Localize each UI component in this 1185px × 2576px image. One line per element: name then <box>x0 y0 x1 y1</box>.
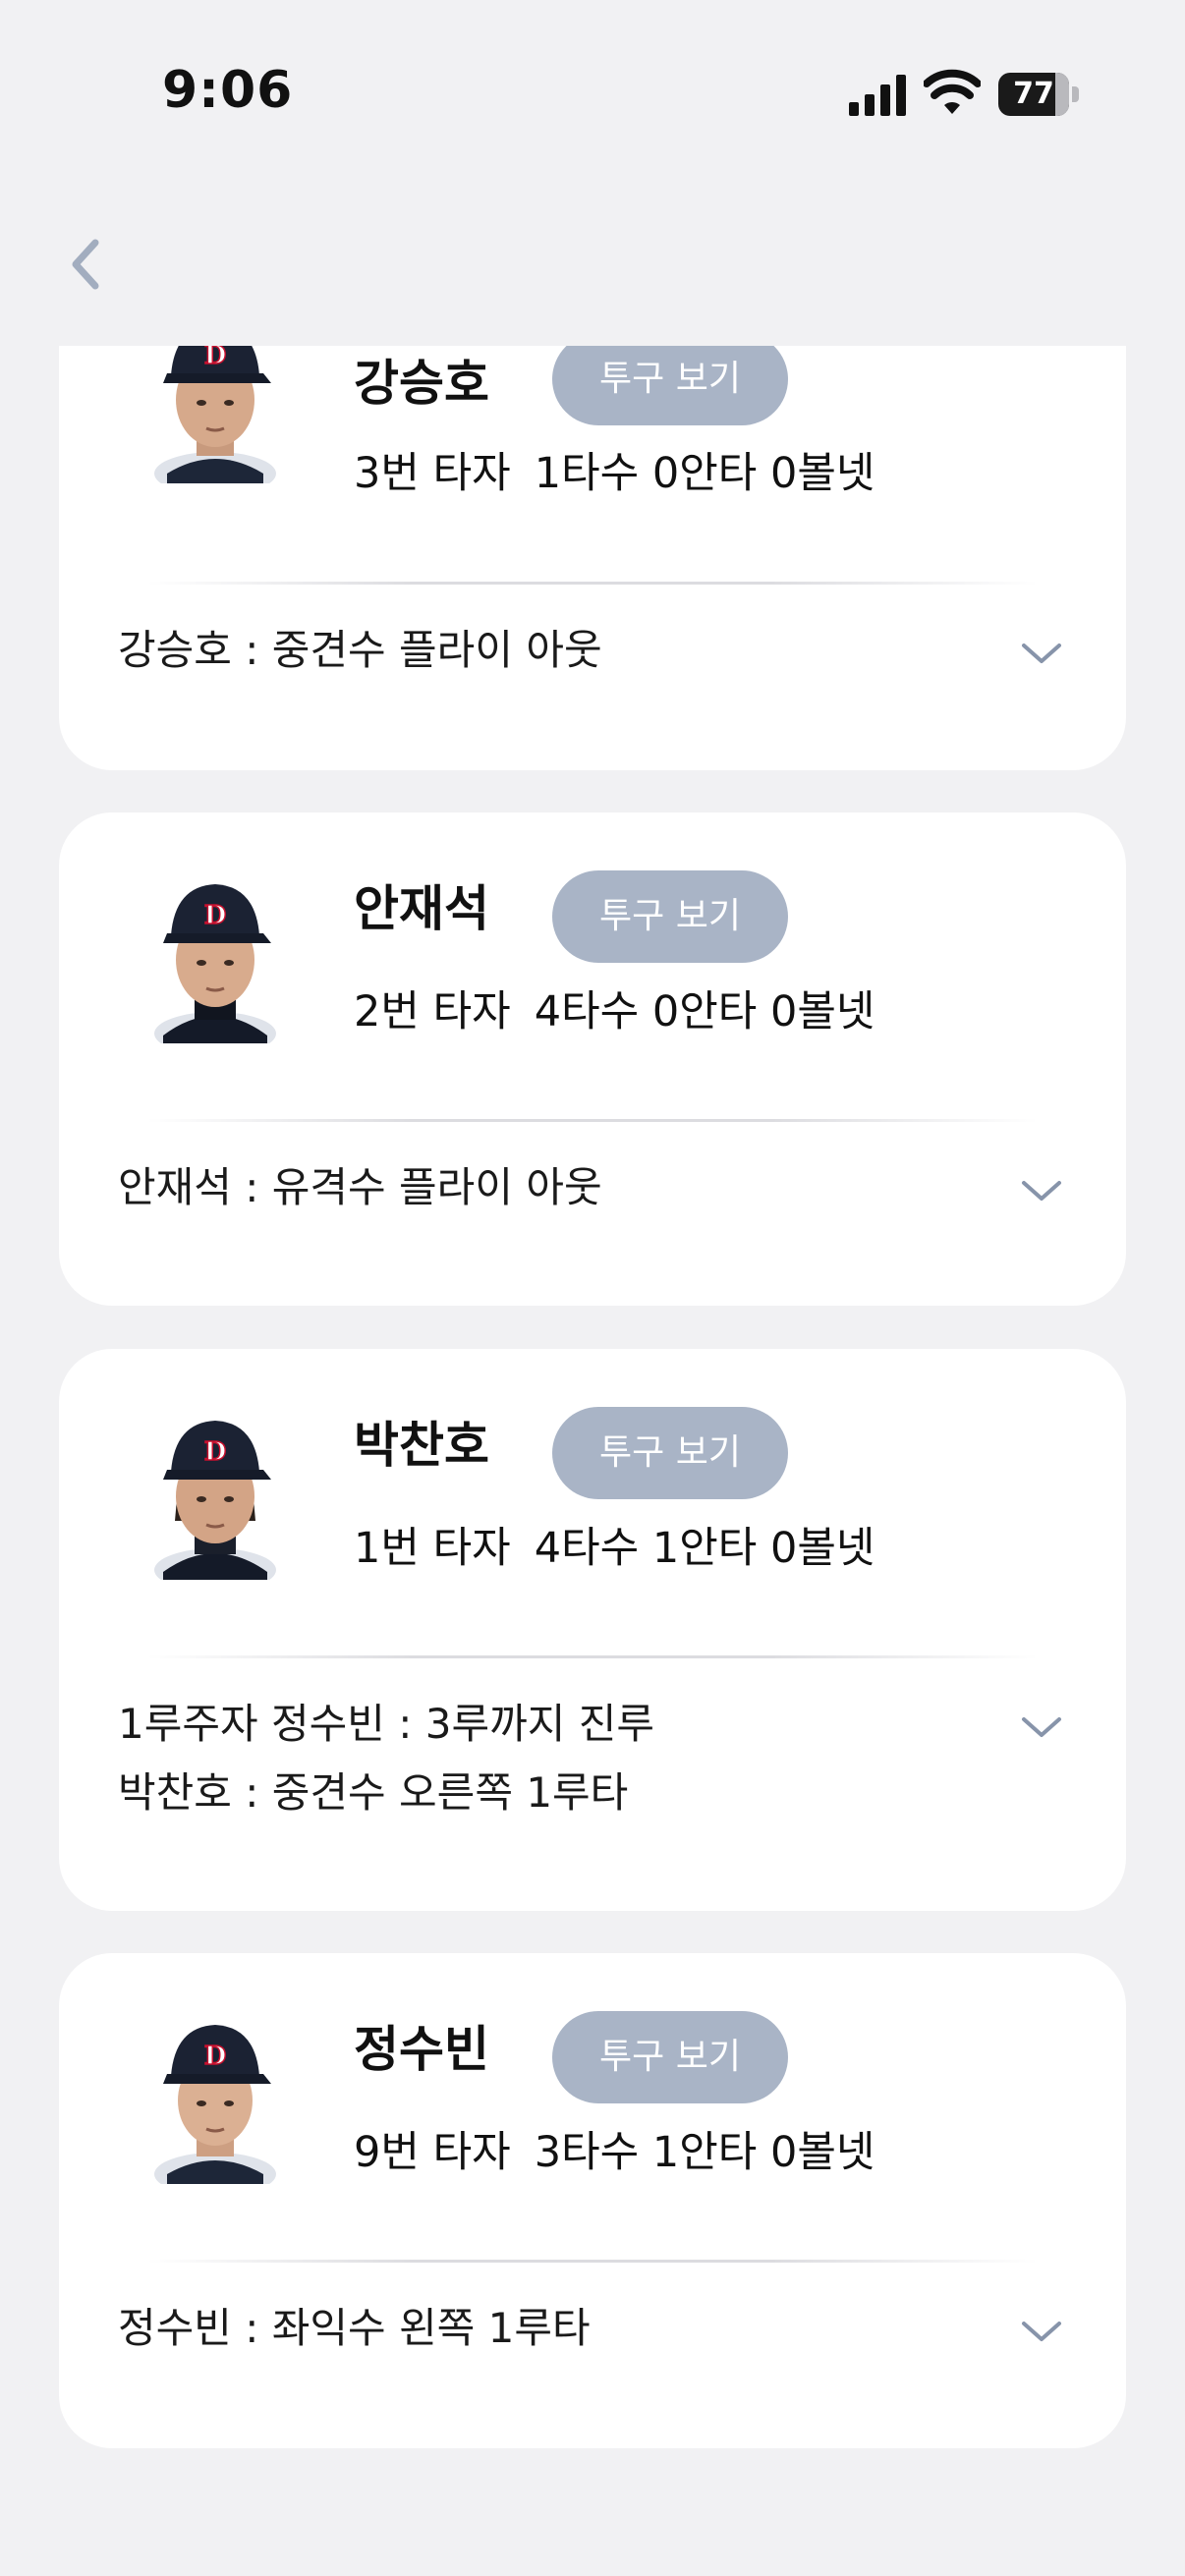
player-name: 박찬호 <box>354 1417 489 1474</box>
chevron-down-icon <box>1022 644 1061 663</box>
battery-body: 77 <box>998 73 1069 116</box>
batter-stats: 1번 타자 4타수 1안타 0볼넷 <box>354 1514 899 1575</box>
at-bat-list[interactable]: D 강승호 투구 보기 3번 타자 1타수 0안타 0볼넷 강승호 : 중견수 플… <box>0 346 1185 2576</box>
play-result: 1루주자 정수빈 : 3루까지 진루 박찬호 : 중견수 오른쪽 1루타 <box>118 1690 654 1827</box>
play-result: 안재석 : 유격수 플라이 아웃 <box>118 1153 602 1222</box>
chevron-down-icon <box>1022 2322 1061 2341</box>
play-result-line: 강승호 : 중견수 플라이 아웃 <box>118 626 602 674</box>
player-avatar: D <box>154 346 276 483</box>
battery-level: 77 <box>1013 77 1054 111</box>
batting-line: 3타수 1안타 0볼넷 <box>534 2128 875 2177</box>
signal-icon <box>849 75 906 116</box>
view-pitches-button[interactable]: 투구 보기 <box>552 1407 788 1499</box>
back-button[interactable] <box>51 230 120 299</box>
player-name: 안재석 <box>354 880 489 937</box>
at-bat-card: D 박찬호 투구 보기 1번 타자 4타수 1안타 0볼넷 1루주자 정수빈 : … <box>59 1349 1126 1911</box>
divider <box>147 2260 1038 2263</box>
batter-stats: 9번 타자 3타수 1안타 0볼넷 <box>354 2118 899 2179</box>
player-avatar: D <box>154 884 276 1043</box>
batting-order: 9번 타자 <box>354 2128 511 2177</box>
at-bat-card: D 정수빈 투구 보기 9번 타자 3타수 1안타 0볼넷 정수빈 : 좌익수 왼… <box>59 1953 1126 2448</box>
play-result: 강승호 : 중견수 플라이 아웃 <box>118 616 602 685</box>
view-pitches-button[interactable]: 투구 보기 <box>552 870 788 963</box>
play-result-line: 정수빈 : 좌익수 왼쪽 1루타 <box>118 2304 591 2352</box>
expand-button[interactable] <box>1014 626 1069 681</box>
play-result-line: 1루주자 정수빈 : 3루까지 진루 <box>118 1700 655 1748</box>
batting-line: 4타수 0안타 0볼넷 <box>534 987 875 1036</box>
player-avatar: D <box>154 1421 276 1580</box>
view-pitches-button[interactable]: 투구 보기 <box>552 346 788 425</box>
svg-text:D: D <box>204 901 227 930</box>
batting-line: 1타수 0안타 0볼넷 <box>534 449 875 498</box>
svg-text:D: D <box>204 1437 227 1467</box>
at-bat-card: D 강승호 투구 보기 3번 타자 1타수 0안타 0볼넷 강승호 : 중견수 플… <box>59 346 1126 770</box>
chevron-down-icon <box>1022 1181 1061 1201</box>
svg-text:D: D <box>204 346 227 370</box>
svg-text:D: D <box>204 2042 227 2071</box>
batter-stats: 3번 타자 1타수 0안타 0볼넷 <box>354 439 899 500</box>
batting-line: 4타수 1안타 0볼넷 <box>534 1524 875 1573</box>
batting-order: 1번 타자 <box>354 1524 511 1573</box>
divider <box>147 1119 1038 1122</box>
at-bat-card: D 안재석 투구 보기 2번 타자 4타수 0안타 0볼넷 안재석 : 유격수 플… <box>59 812 1126 1306</box>
batting-order: 3번 타자 <box>354 449 511 498</box>
expand-button[interactable] <box>1014 2304 1069 2359</box>
divider <box>147 582 1038 585</box>
play-result-line: 안재석 : 유격수 플라이 아웃 <box>118 1163 602 1211</box>
batter-stats: 2번 타자 4타수 0안타 0볼넷 <box>354 978 899 1038</box>
divider <box>147 1655 1038 1658</box>
play-result: 정수빈 : 좌익수 왼쪽 1루타 <box>118 2294 591 2363</box>
chevron-down-icon <box>1022 1717 1061 1737</box>
view-pitches-button[interactable]: 투구 보기 <box>552 2011 788 2103</box>
wifi-icon <box>924 69 981 114</box>
batting-order: 2번 타자 <box>354 987 511 1036</box>
expand-button[interactable] <box>1014 1700 1069 1755</box>
player-name: 정수빈 <box>354 2021 489 2078</box>
battery-icon: 77 <box>998 73 1081 116</box>
status-time: 9:06 <box>162 61 294 120</box>
player-avatar: D <box>154 2025 276 2184</box>
player-name: 강승호 <box>354 355 489 412</box>
expand-button[interactable] <box>1014 1163 1069 1218</box>
play-result-line: 박찬호 : 중견수 오른쪽 1루타 <box>118 1768 629 1817</box>
status-bar: 9:06 77 <box>0 0 1185 196</box>
chevron-left-icon <box>72 239 99 290</box>
